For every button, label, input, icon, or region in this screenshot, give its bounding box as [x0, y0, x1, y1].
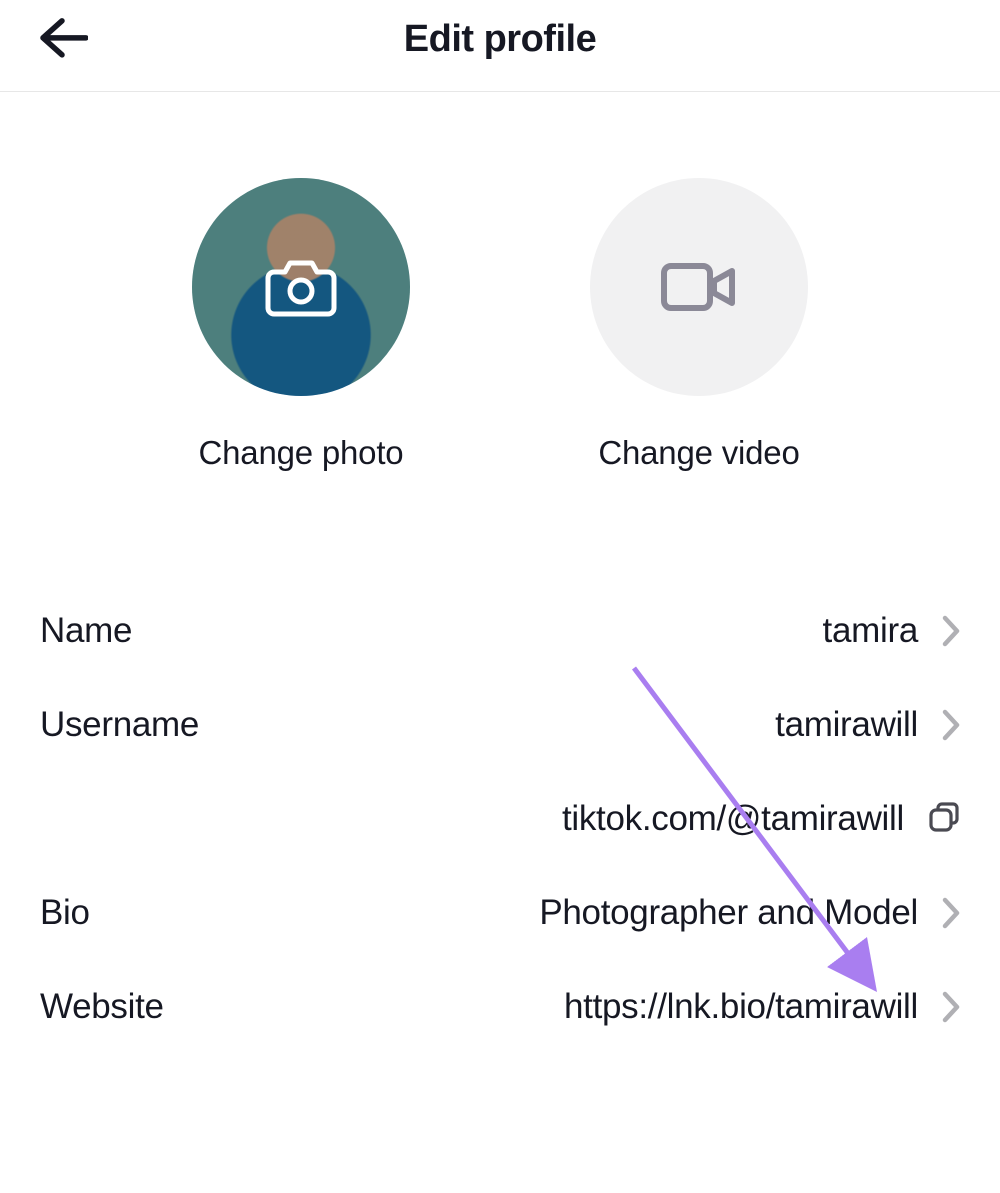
header: Edit profile	[0, 0, 1000, 92]
change-video-button[interactable]: Change video	[590, 178, 808, 472]
media-section: Change photo Change video	[0, 92, 1000, 522]
back-button[interactable]	[38, 16, 88, 63]
chevron-right-icon	[942, 615, 960, 647]
chevron-right-icon	[942, 991, 960, 1023]
copy-url-button[interactable]	[928, 801, 960, 838]
website-value: https://lnk.bio/tamirawill	[564, 987, 918, 1027]
chevron-right-icon	[942, 897, 960, 929]
bio-row[interactable]: Bio Photographer and Model	[40, 866, 960, 960]
arrow-left-icon	[38, 16, 88, 58]
copy-icon	[928, 801, 960, 833]
profile-video-placeholder	[590, 178, 808, 396]
change-video-label: Change video	[598, 434, 799, 472]
change-photo-label: Change photo	[199, 434, 404, 472]
bio-value: Photographer and Model	[539, 893, 918, 933]
chevron-right-icon	[942, 709, 960, 741]
profile-url-row: tiktok.com/@tamirawill	[40, 772, 960, 866]
bio-label: Bio	[40, 893, 90, 933]
username-value: tamirawill	[775, 705, 918, 745]
website-label: Website	[40, 987, 164, 1027]
profile-url-value: tiktok.com/@tamirawill	[562, 799, 904, 839]
name-row[interactable]: Name tamira	[40, 584, 960, 678]
video-camera-icon	[661, 261, 737, 313]
name-value: tamira	[823, 611, 918, 651]
username-label: Username	[40, 705, 199, 745]
website-row[interactable]: Website https://lnk.bio/tamirawill	[40, 960, 960, 1054]
username-row[interactable]: Username tamirawill	[40, 678, 960, 772]
change-photo-button[interactable]: Change photo	[192, 178, 410, 472]
camera-icon	[265, 257, 337, 317]
profile-photo	[192, 178, 410, 396]
page-title: Edit profile	[0, 18, 1000, 61]
name-label: Name	[40, 611, 132, 651]
form-list: Name tamira Username tamirawill tiktok.c…	[0, 522, 1000, 1054]
